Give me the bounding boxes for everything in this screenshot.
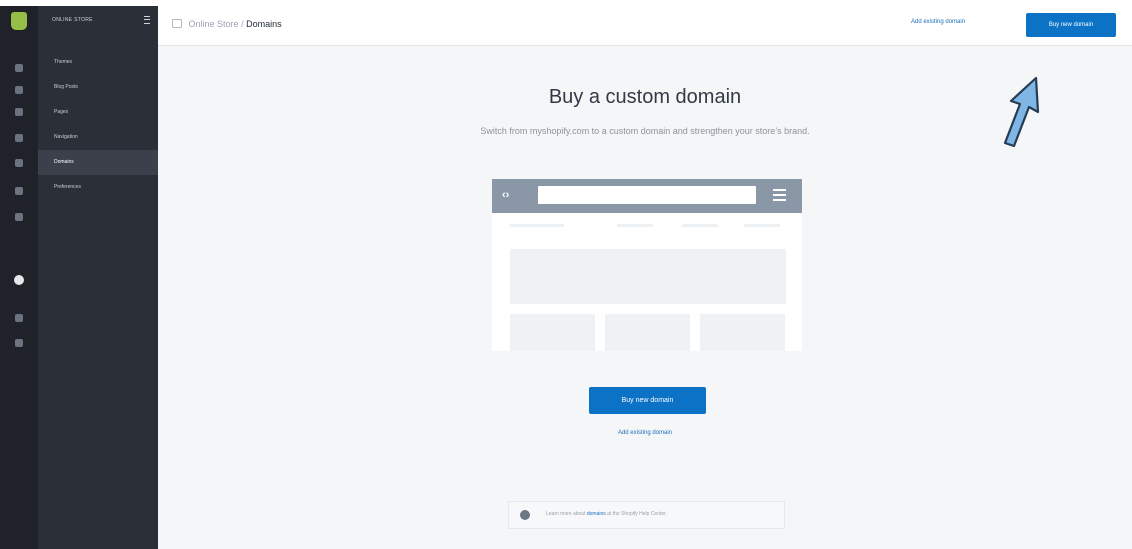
help-suffix: at the Shopify Help Center.: [607, 511, 667, 517]
browser-placeholder-line: [682, 224, 718, 227]
sidebar-item-blog-posts[interactable]: Blog Posts: [38, 75, 158, 100]
sidebar-menu-icon[interactable]: [144, 16, 150, 24]
browser-menu-icon: [773, 189, 786, 201]
browser-placeholder-line: [510, 224, 564, 227]
customers-icon[interactable]: [15, 159, 23, 167]
sidebar-item-pages[interactable]: Pages: [38, 100, 158, 125]
help-callout: Learn more about domains at the Shopify …: [508, 501, 785, 529]
browser-placeholder-line: [744, 224, 780, 227]
help-domains-link[interactable]: domains: [587, 511, 606, 517]
browser-placeholder-line: [617, 224, 653, 227]
pos-icon[interactable]: [15, 314, 23, 322]
products-icon[interactable]: [15, 134, 23, 142]
breadcrumb-separator: /: [241, 19, 244, 29]
browser-toolbar: ‹›: [492, 179, 802, 213]
sidebar-nav: Themes Blog Posts Pages Navigation Domai…: [38, 50, 158, 200]
browser-arrows-icon: ‹›: [502, 189, 510, 201]
add-existing-domain-link[interactable]: Add existing domain: [911, 19, 965, 25]
browser-illustration: ‹›: [492, 179, 802, 351]
shopify-logo-icon[interactable]: [11, 12, 27, 30]
help-text: Learn more about domains at the Shopify …: [546, 511, 667, 517]
sidebar-item-preferences[interactable]: Preferences: [38, 175, 158, 200]
annotation-arrow-icon: [1003, 76, 1040, 148]
help-prefix: Learn more about: [546, 511, 586, 517]
breadcrumb-parent[interactable]: Online Store: [189, 19, 239, 29]
top-bar: Online Store / Domains Add existing doma…: [158, 6, 1132, 46]
browser-card-block: [700, 314, 785, 351]
add-existing-domain-main-link[interactable]: Add existing domain: [158, 430, 1132, 436]
help-icon: [520, 510, 530, 520]
discounts-icon[interactable]: [15, 213, 23, 221]
online-store-icon[interactable]: [14, 275, 24, 285]
browser-hero-block: [510, 249, 786, 304]
online-store-sidebar: ONLINE STORE Themes Blog Posts Pages Nav…: [38, 6, 158, 549]
search-icon[interactable]: [15, 64, 23, 72]
app-rail: [0, 0, 38, 549]
home-icon[interactable]: [15, 86, 23, 94]
browser-card-block: [605, 314, 690, 351]
sidebar-item-themes[interactable]: Themes: [38, 50, 158, 75]
page-title: Domains: [246, 19, 282, 29]
sidebar-item-navigation[interactable]: Navigation: [38, 125, 158, 150]
browser-url-bar: [538, 186, 756, 204]
orders-icon[interactable]: [15, 108, 23, 116]
breadcrumb: Online Store / Domains: [172, 19, 282, 29]
reports-icon[interactable]: [15, 187, 23, 195]
buy-new-domain-main-button[interactable]: Buy new domain: [589, 387, 706, 414]
browser-card-block: [510, 314, 595, 351]
settings-icon[interactable]: [15, 339, 23, 347]
sidebar-store-label: ONLINE STORE: [52, 17, 93, 23]
sidebar-item-domains[interactable]: Domains: [38, 150, 158, 175]
buy-new-domain-button[interactable]: Buy new domain: [1026, 13, 1116, 37]
online-store-breadcrumb-icon: [172, 19, 182, 28]
